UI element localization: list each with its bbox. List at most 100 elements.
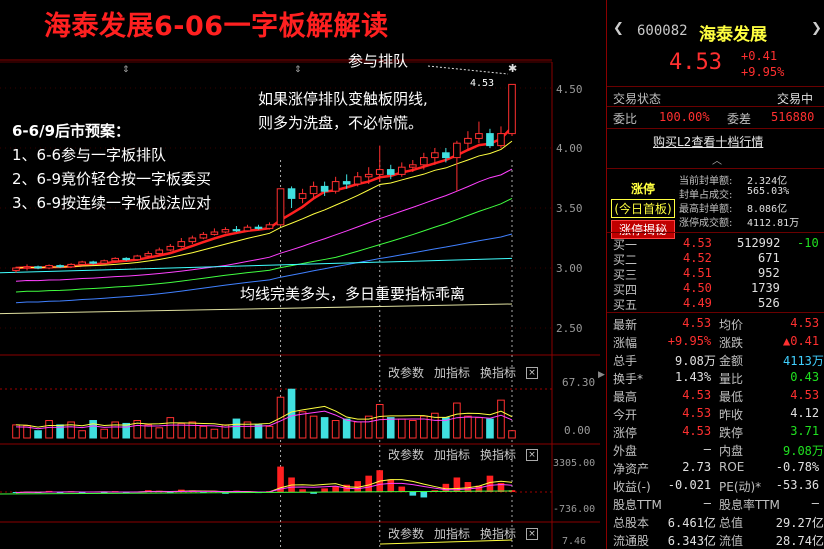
kline-chart[interactable]: ⇕ ⇕ ✱ — [0, 0, 600, 549]
seal-value: 2.324亿 — [747, 176, 788, 187]
stat-value: — — [703, 496, 712, 510]
limit-up-box: 涨停 (今日首板) 涨停揭秘 — [611, 180, 675, 239]
candle-body — [89, 261, 97, 264]
axis-label-main: 3.50 — [556, 202, 583, 215]
switch-indicator-button[interactable]: 换指标 — [480, 525, 516, 542]
change-percent: +9.95% — [741, 65, 785, 79]
svg-text:✱: ✱ — [508, 62, 517, 75]
change-amount: +0.41 — [741, 49, 778, 63]
stat-label: 涨停 — [613, 426, 638, 440]
bid-price[interactable]: 4.51 — [683, 266, 712, 280]
stat-label: 外盘 — [613, 444, 638, 458]
add-indicator-button[interactable]: 加指标 — [434, 525, 470, 542]
limit-up-title: 涨停 — [630, 182, 655, 196]
stat-value: — — [811, 496, 820, 510]
stat-label: 总股本 — [613, 516, 650, 530]
stat-label: 流通股 — [613, 534, 650, 548]
volume-bar — [408, 420, 417, 439]
candle-body — [100, 260, 108, 264]
axis-label-main: 3.00 — [556, 262, 583, 275]
stat-value: 6.343亿 — [667, 534, 716, 548]
status-label: 交易状态 — [613, 92, 662, 106]
bid-volume: 952 — [758, 266, 780, 280]
bid-label: 买五 — [613, 298, 638, 312]
panel-toggle-icon[interactable]: ▶ — [598, 370, 606, 380]
chart-area[interactable]: ⇕ ⇕ ✱ 海泰发展6-06一字板解解读 参与排队 4.53 如果涨停排队变触板… — [0, 0, 600, 549]
prev-stock-icon[interactable]: ❮ — [613, 21, 624, 36]
volume-bar — [188, 421, 197, 439]
stat-value: — — [703, 442, 712, 456]
current-price: 4.53 — [669, 50, 722, 75]
candle-body — [45, 265, 53, 269]
stat-value: 4.53 — [682, 388, 712, 402]
ma-line — [0, 303, 513, 315]
stat-label: 跌停 — [719, 426, 744, 440]
buy-l2-link[interactable]: 购买L2查看十档行情 — [653, 133, 763, 150]
indicator-bar — [321, 488, 328, 492]
volume-bar — [475, 417, 483, 439]
candle-body — [221, 229, 230, 233]
candle-body — [464, 137, 472, 144]
bid-price[interactable]: 4.53 — [683, 236, 712, 250]
candle-body — [243, 226, 252, 232]
seal-label: 封单占成交: — [679, 190, 733, 201]
indicator-bar — [409, 492, 417, 496]
seal-label: 涨停成交额: — [679, 218, 733, 229]
candle-body — [166, 245, 175, 251]
switch-indicator-button[interactable]: 换指标 — [480, 364, 516, 381]
stat-label: PE(动)* — [719, 480, 762, 494]
candle-body — [265, 224, 274, 229]
seal-label: 最高封单额: — [679, 204, 733, 215]
switch-indicator-button[interactable]: 换指标 — [480, 446, 516, 463]
indicator-toolbar: 改参数 加指标 换指标 × — [388, 446, 539, 463]
axis-label-vol: 67.30 — [562, 376, 596, 389]
bid-price[interactable]: 4.49 — [683, 296, 712, 310]
bid-price[interactable]: 4.50 — [683, 281, 712, 295]
axis-label-bottom: 7.46 — [562, 536, 587, 547]
seal-label: 当前封单额: — [679, 176, 733, 187]
indicator-bar — [332, 486, 339, 492]
candle-body — [56, 265, 64, 268]
stat-value: 29.27亿 — [775, 516, 824, 530]
svg-text:⇕: ⇕ — [122, 65, 130, 75]
bid-price[interactable]: 4.52 — [683, 251, 712, 265]
candle-body — [210, 231, 219, 235]
candle-body — [497, 133, 505, 147]
candle-body — [199, 233, 208, 239]
stat-label: 换手* — [613, 372, 644, 386]
candle-body — [287, 188, 296, 199]
stat-value: 4.53 — [790, 316, 820, 330]
weibi-value: 100.00% — [659, 110, 710, 124]
indicator-bar — [420, 492, 428, 498]
volume-bar — [386, 417, 395, 439]
candle-body — [508, 83, 516, 135]
next-stock-icon[interactable]: ❯ — [811, 21, 822, 36]
candle-body — [397, 166, 406, 175]
candle-body — [122, 257, 131, 261]
volume-bar — [486, 418, 494, 439]
stat-value: 9.08万 — [783, 444, 824, 458]
candle-body — [386, 169, 395, 175]
close-icon[interactable]: × — [526, 527, 539, 540]
weicha-label: 委差 — [727, 112, 752, 126]
axis-label-main: 4.00 — [556, 142, 583, 155]
modify-params-button[interactable]: 改参数 — [388, 525, 424, 542]
seal-value: 8.086亿 — [747, 204, 788, 215]
candle-body — [486, 133, 494, 147]
modify-params-button[interactable]: 改参数 — [388, 364, 424, 381]
volume-bar — [309, 415, 318, 439]
stat-value: 4113万 — [783, 354, 824, 368]
candle-body — [431, 152, 439, 159]
collapse-icon[interactable]: ︿ — [707, 152, 727, 167]
queue-annotation: 参与排队 — [348, 52, 409, 70]
close-icon[interactable]: × — [526, 448, 539, 461]
add-indicator-button[interactable]: 加指标 — [434, 364, 470, 381]
add-indicator-button[interactable]: 加指标 — [434, 446, 470, 463]
candle-body — [144, 253, 153, 257]
stat-value: +9.95% — [667, 334, 712, 348]
candle-body — [475, 133, 483, 139]
modify-params-button[interactable]: 改参数 — [388, 446, 424, 463]
stat-label: 最新 — [613, 318, 638, 332]
plan-title: 6-6/9后市预案： — [12, 122, 131, 140]
close-icon[interactable]: × — [526, 366, 539, 379]
